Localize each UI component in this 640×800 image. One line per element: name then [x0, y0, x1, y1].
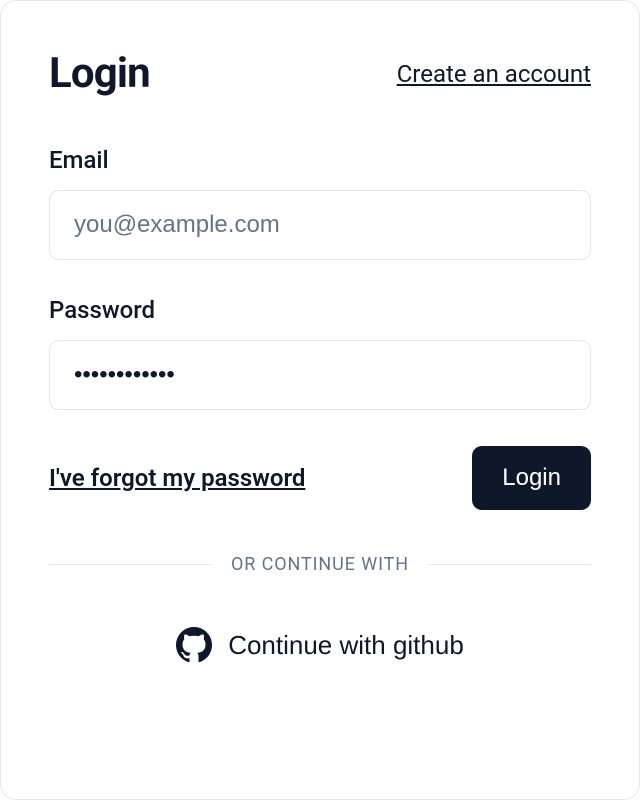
github-button-label: Continue with github [228, 630, 464, 661]
create-account-link[interactable]: Create an account [397, 60, 591, 88]
login-button[interactable]: Login [472, 446, 591, 510]
card-header: Login Create an account [49, 49, 591, 98]
github-oauth-button[interactable]: Continue with github [49, 615, 591, 675]
form-actions: I've forgot my password Login [49, 446, 591, 510]
email-field-group: Email [49, 146, 591, 260]
password-input[interactable] [49, 340, 591, 410]
password-field-group: Password [49, 296, 591, 410]
oauth-divider: OR CONTINUE WITH [49, 554, 591, 575]
email-label: Email [49, 146, 591, 174]
github-icon [176, 627, 212, 663]
login-card: Login Create an account Email Password I… [0, 0, 640, 800]
divider-line-left [49, 564, 211, 565]
page-title: Login [49, 49, 150, 98]
divider-line-right [429, 564, 591, 565]
email-input[interactable] [49, 190, 591, 260]
divider-text: OR CONTINUE WITH [231, 554, 409, 575]
password-label: Password [49, 296, 591, 324]
forgot-password-link[interactable]: I've forgot my password [49, 464, 305, 492]
